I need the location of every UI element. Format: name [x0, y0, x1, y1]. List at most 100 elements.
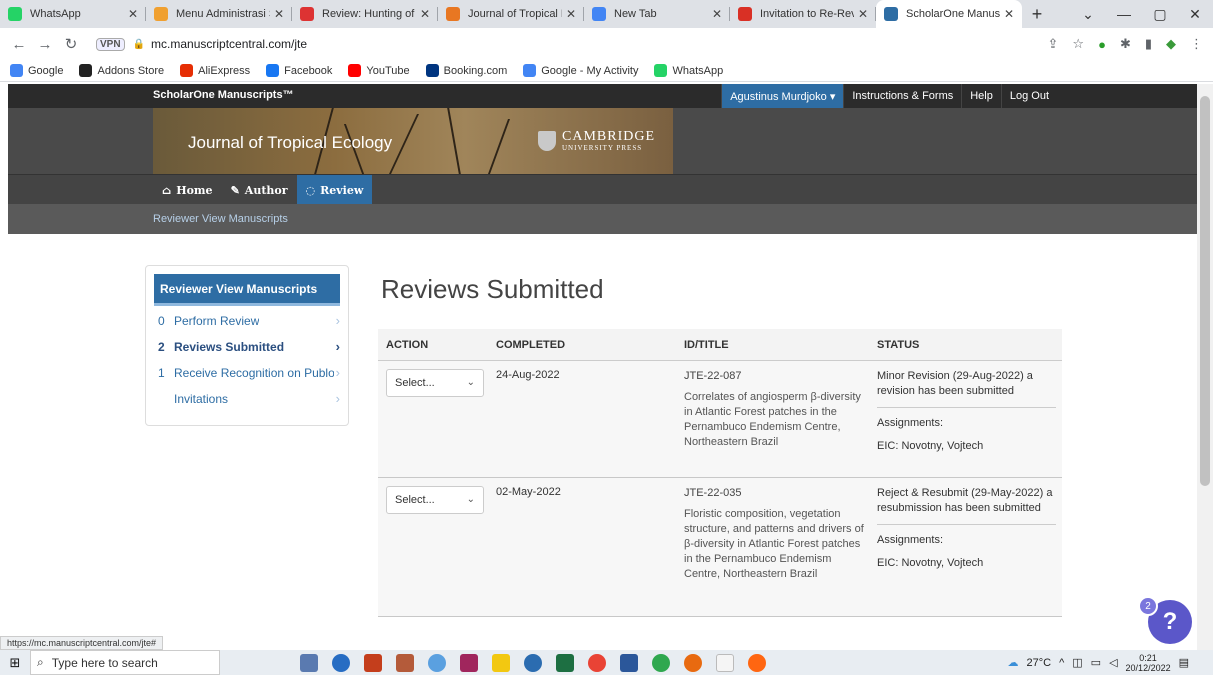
log-out-link[interactable]: Log Out [1000, 84, 1057, 108]
close-tab-icon[interactable]: ✕ [420, 7, 430, 21]
user-menu[interactable]: Agustinus Murdjoko ▾ [721, 84, 844, 108]
firefox-icon[interactable] [748, 653, 766, 672]
action-select[interactable]: Select... ⌄ [386, 369, 484, 397]
scholarone-brand[interactable]: ScholarOne Manuscripts™ [153, 89, 294, 101]
sidebar-title[interactable]: Reviewer View Manuscripts [154, 274, 340, 306]
tab-search-icon[interactable]: ⌄ [1070, 0, 1106, 28]
browser-tab[interactable]: Journal of Tropical Ec ✕ [438, 0, 584, 28]
bookmark-star-icon[interactable]: ☆ [1072, 36, 1084, 52]
instructions-forms-link[interactable]: Instructions & Forms [843, 84, 961, 108]
network-app-icon[interactable] [428, 653, 446, 672]
taskbar-search[interactable]: ⌕ Type here to search [30, 650, 220, 675]
manuscript-title[interactable]: Correlates of angiosperm β-diversity in … [684, 390, 869, 450]
browser-tab[interactable]: ScholarOne Manuscri ✕ [876, 0, 1022, 28]
puzzle-extension-icon[interactable]: ✱ [1120, 36, 1131, 52]
calendar-app-icon[interactable] [396, 653, 414, 672]
url-field[interactable]: VPN 🔒 mc.manuscriptcentral.com/jte [96, 32, 1026, 56]
lock-icon[interactable]: 🔒 [133, 39, 145, 50]
windows-taskbar: ⊞ ⌕ Type here to search ☁ 27°C ^ ◫ ▭ ◁ 0… [0, 650, 1213, 675]
new-tab-button[interactable]: + [1022, 0, 1052, 28]
bookmark-item[interactable]: Google [10, 64, 63, 77]
close-tab-icon[interactable]: ✕ [274, 7, 284, 21]
url-text[interactable]: mc.manuscriptcentral.com/jte [151, 37, 307, 51]
minimize-button[interactable]: — [1106, 0, 1142, 28]
sidebar-item[interactable]: 1 Receive Recognition on Publons › [146, 360, 348, 386]
main-nav-home[interactable]: ⌂ Home [153, 175, 222, 205]
help-link[interactable]: Help [961, 84, 1001, 108]
close-tab-icon[interactable]: ✕ [858, 7, 868, 21]
close-tab-icon[interactable]: ✕ [712, 7, 722, 21]
media-app-icon[interactable] [684, 653, 702, 672]
battery-icon[interactable]: ▭ [1091, 656, 1101, 669]
sidepanel-icon[interactable]: ▮ [1145, 36, 1152, 52]
sidebar-item[interactable]: Invitations › [146, 386, 348, 412]
taskbar-search-placeholder[interactable]: Type here to search [52, 656, 158, 670]
status-text: Minor Revision (29-Aug-2022) a revision … [877, 370, 1033, 397]
close-tab-icon[interactable]: ✕ [566, 7, 576, 21]
notifications-icon[interactable]: ▤ [1179, 656, 1189, 669]
photo-app-icon[interactable] [460, 653, 478, 672]
bookmark-item[interactable]: WhatsApp [654, 64, 723, 77]
powerpoint-icon[interactable] [364, 653, 382, 672]
search-app-icon[interactable] [524, 653, 542, 672]
publisher-subname: UNIVERSITY PRESS [562, 144, 643, 152]
sidebar-item[interactable]: 0 Perform Review › [146, 308, 348, 334]
close-tab-icon[interactable]: ✕ [1004, 7, 1014, 21]
tab-label: Menu Administrasi Si [176, 8, 270, 20]
bookmark-label: Facebook [284, 64, 333, 77]
r-app-icon[interactable] [332, 653, 350, 672]
weather-temp[interactable]: 27°C [1027, 657, 1052, 669]
main-nav-review[interactable]: ◌ Review [296, 175, 373, 205]
chrome-taskbar-icon[interactable] [588, 653, 606, 672]
qgis-icon[interactable] [652, 653, 670, 672]
weather-icon[interactable]: ☁ [1008, 656, 1019, 669]
maximize-button[interactable]: ▢ [1142, 0, 1178, 28]
browser-tab[interactable]: New Tab ✕ [584, 0, 730, 28]
excel-icon[interactable] [556, 653, 574, 672]
browser-tab[interactable]: Menu Administrasi Si ✕ [146, 0, 292, 28]
browser-tab[interactable]: Invitation to Re-Revie ✕ [730, 0, 876, 28]
action-select[interactable]: Select... ⌄ [386, 486, 484, 514]
network-icon[interactable]: ◫ [1072, 656, 1082, 669]
bookmark-item[interactable]: Facebook [266, 64, 332, 77]
sub-nav-link[interactable]: Reviewer View Manuscripts [153, 213, 288, 225]
bookmark-item[interactable]: YouTube [348, 64, 410, 77]
tray-expand-icon[interactable]: ^ [1059, 657, 1064, 669]
cambridge-logo: CAMBRIDGE UNIVERSITY PRESS [538, 130, 655, 152]
status-cell: Minor Revision (29-Aug-2022) a revision … [869, 361, 1062, 477]
vpn-icon[interactable]: VPN [96, 37, 125, 51]
word-icon[interactable] [620, 653, 638, 672]
back-button[interactable]: ← [6, 36, 32, 53]
col-completed: COMPLETED [496, 338, 566, 351]
google-icon [523, 64, 537, 77]
task-view-icon[interactable] [300, 653, 318, 672]
volume-icon[interactable]: ◁ [1109, 656, 1117, 669]
file-explorer-icon[interactable] [492, 653, 510, 672]
browser-tab[interactable]: WhatsApp ✕ [0, 0, 146, 28]
bookmark-item[interactable]: Google - My Activity [523, 64, 638, 77]
manuscript-title[interactable]: Floristic composition, vegetation struct… [684, 507, 869, 582]
reload-button[interactable]: ↻ [58, 35, 84, 53]
main-nav-author[interactable]: ✎ Author [222, 175, 297, 205]
bookmark-item[interactable]: Booking.com [425, 64, 507, 77]
bookmark-item[interactable]: AliExpress [180, 64, 250, 77]
search-icon: ⌕ [37, 655, 44, 669]
shield-extension-icon[interactable]: ● [1098, 37, 1106, 52]
forward-button[interactable]: → [32, 36, 58, 53]
page-scrollbar[interactable] [1197, 84, 1213, 650]
clock-time: 0:21 [1139, 652, 1157, 663]
windows-start-icon[interactable]: ⊞ [0, 655, 30, 671]
browser-tab[interactable]: Review: Hunting of w ✕ [292, 0, 438, 28]
page-title: Reviews Submitted [381, 274, 604, 304]
bookmark-item[interactable]: Addons Store [79, 64, 164, 77]
notepad-icon[interactable] [716, 653, 734, 672]
browser-menu-icon[interactable]: ⋮ [1190, 36, 1203, 52]
main-nav-label: Author [244, 183, 288, 197]
sidebar-item[interactable]: 2 Reviews Submitted › [146, 334, 348, 360]
scroll-thumb[interactable] [1200, 96, 1210, 486]
share-icon[interactable]: ⇪ [1048, 36, 1059, 52]
security-extension-icon[interactable]: ◆ [1166, 36, 1176, 52]
clock[interactable]: 0:21 20/12/2022 [1126, 653, 1171, 673]
close-window-button[interactable]: ✕ [1177, 0, 1213, 28]
close-tab-icon[interactable]: ✕ [128, 7, 138, 21]
